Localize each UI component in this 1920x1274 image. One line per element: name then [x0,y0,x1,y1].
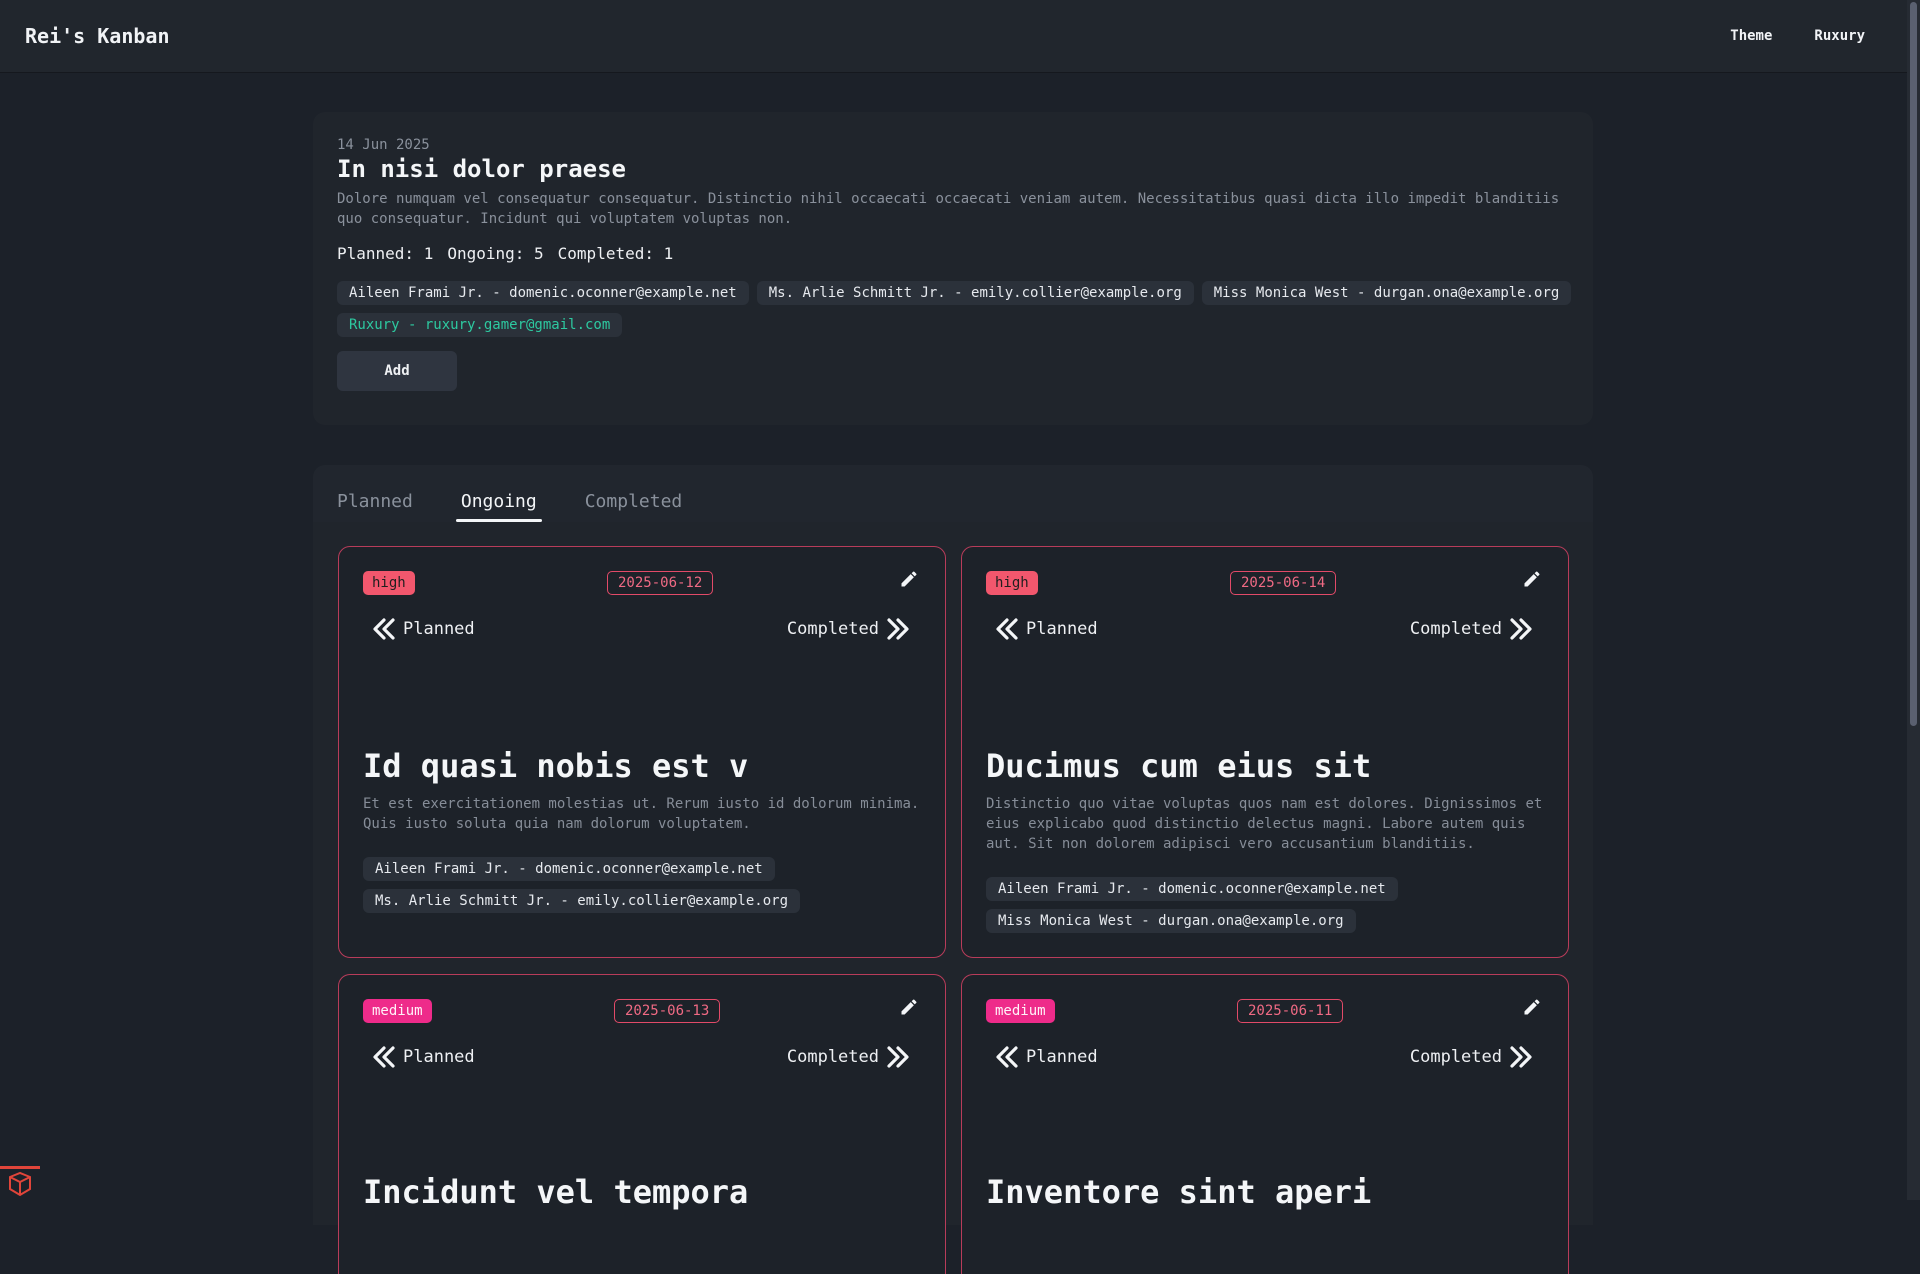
tab-planned[interactable]: Planned [337,491,418,522]
add-task-button[interactable]: Add [337,351,457,391]
edit-icon[interactable] [899,569,919,589]
assignee-chip: Ms. Arlie Schmitt Jr. - emily.collier@ex… [363,889,801,913]
due-date-badge: 2025-06-11 [1237,999,1344,1023]
task-title: Ducimus cum eius sit [986,747,1372,785]
tab-ongoing[interactable]: Ongoing [455,491,542,522]
move-to-planned-button[interactable]: Planned [994,1045,1098,1069]
kanban-board: Planned Ongoing Completed high 2025-06-1… [313,465,1593,1274]
edit-icon[interactable] [1522,997,1542,1017]
project-description: Dolore numquam vel consequatur consequat… [337,191,1560,227]
page-scrollbar[interactable] [1907,0,1920,1200]
task-title: Inventore sint aperi [986,1173,1372,1211]
member-chip-current-user: Ruxury - ruxury.gamer@gmail.com [337,313,623,337]
tab-completed[interactable]: Completed [580,491,688,522]
priority-badge: medium [986,999,1055,1023]
priority-badge: high [986,571,1038,595]
move-left-label: Planned [403,619,475,639]
task-assignees: Aileen Frami Jr. - domenic.oconner@examp… [363,857,801,913]
assignee-chip: Aileen Frami Jr. - domenic.oconner@examp… [986,877,1398,901]
priority-badge: medium [363,999,432,1023]
edit-icon[interactable] [1522,569,1542,589]
task-title: Id quasi nobis est v [363,747,749,785]
move-to-completed-button[interactable]: Completed [787,1045,911,1069]
task-title: Incidunt vel tempora [363,1173,749,1211]
due-date-badge: 2025-06-13 [614,999,721,1023]
move-to-completed-button[interactable]: Completed [1410,1045,1534,1069]
double-chevron-right-icon [887,618,909,640]
task-card: medium 2025-06-11 Planned Completed Inve… [961,974,1569,1274]
project-summary-card: 14 Jun 2025 In nisi dolor praese Dolore … [313,112,1593,425]
project-members: Aileen Frami Jr. - domenic.oconner@examp… [337,281,1577,337]
edit-icon[interactable] [899,997,919,1017]
user-menu[interactable]: Ruxury [1793,28,1865,44]
stat-ongoing: Ongoing: 5 [447,244,544,263]
task-assignees: Aileen Frami Jr. - domenic.oconner@examp… [986,877,1398,933]
member-chip: Aileen Frami Jr. - domenic.oconner@examp… [337,281,749,305]
move-right-label: Completed [786,1047,879,1067]
theme-menu[interactable]: Theme [1709,28,1793,44]
move-left-label: Planned [1026,1047,1098,1067]
task-card: medium 2025-06-13 Planned Completed Inci… [338,974,946,1274]
stat-completed: Completed: 1 [557,244,674,263]
due-date-badge: 2025-06-12 [607,571,714,595]
priority-badge: high [363,571,415,595]
task-description: Et est exercitationem molestias ut. Reru… [363,796,920,832]
move-to-planned-button[interactable]: Planned [371,1045,475,1069]
move-to-planned-button[interactable]: Planned [371,617,475,641]
move-right-label: Completed [1409,619,1502,639]
project-title: In nisi dolor praese [337,155,626,183]
app-brand[interactable]: Rei's Kanban [25,24,170,48]
double-chevron-right-icon [887,1046,909,1068]
top-navbar: Rei's Kanban Theme Ruxury [0,0,1907,72]
double-chevron-left-icon [996,1046,1018,1068]
assignee-chip: Miss Monica West - durgan.ona@example.or… [986,909,1356,933]
assignee-chip: Aileen Frami Jr. - domenic.oconner@examp… [363,857,775,881]
double-chevron-left-icon [373,1046,395,1068]
project-stats: Planned: 1 Ongoing: 5 Completed: 1 [337,244,1569,263]
stat-planned: Planned: 1 [337,244,434,263]
double-chevron-right-icon [1510,1046,1532,1068]
move-to-completed-button[interactable]: Completed [787,617,911,641]
scrollbar-thumb[interactable] [1910,2,1917,726]
move-left-label: Planned [403,1047,475,1067]
member-chip: Miss Monica West - durgan.ona@example.or… [1201,281,1572,305]
move-to-planned-button[interactable]: Planned [994,617,1098,641]
debug-logo-icon[interactable] [0,1166,40,1203]
nav-links: Theme Ruxury [1709,28,1865,44]
status-tabs: Planned Ongoing Completed [313,465,1593,522]
double-chevron-left-icon [373,618,395,640]
task-card: high 2025-06-14 Planned Completed Ducimu… [961,546,1569,958]
double-chevron-right-icon [1510,618,1532,640]
project-date: 14 Jun 2025 [337,137,430,153]
task-card: high 2025-06-12 Planned Completed Id qua… [338,546,946,958]
member-chip: Ms. Arlie Schmitt Jr. - emily.collier@ex… [756,281,1194,305]
task-description: Distinctio quo vitae voluptas quos nam e… [986,796,1543,852]
double-chevron-left-icon [996,618,1018,640]
due-date-badge: 2025-06-14 [1230,571,1337,595]
move-right-label: Completed [1409,1047,1502,1067]
move-to-completed-button[interactable]: Completed [1410,617,1534,641]
move-left-label: Planned [1026,619,1098,639]
move-right-label: Completed [786,619,879,639]
